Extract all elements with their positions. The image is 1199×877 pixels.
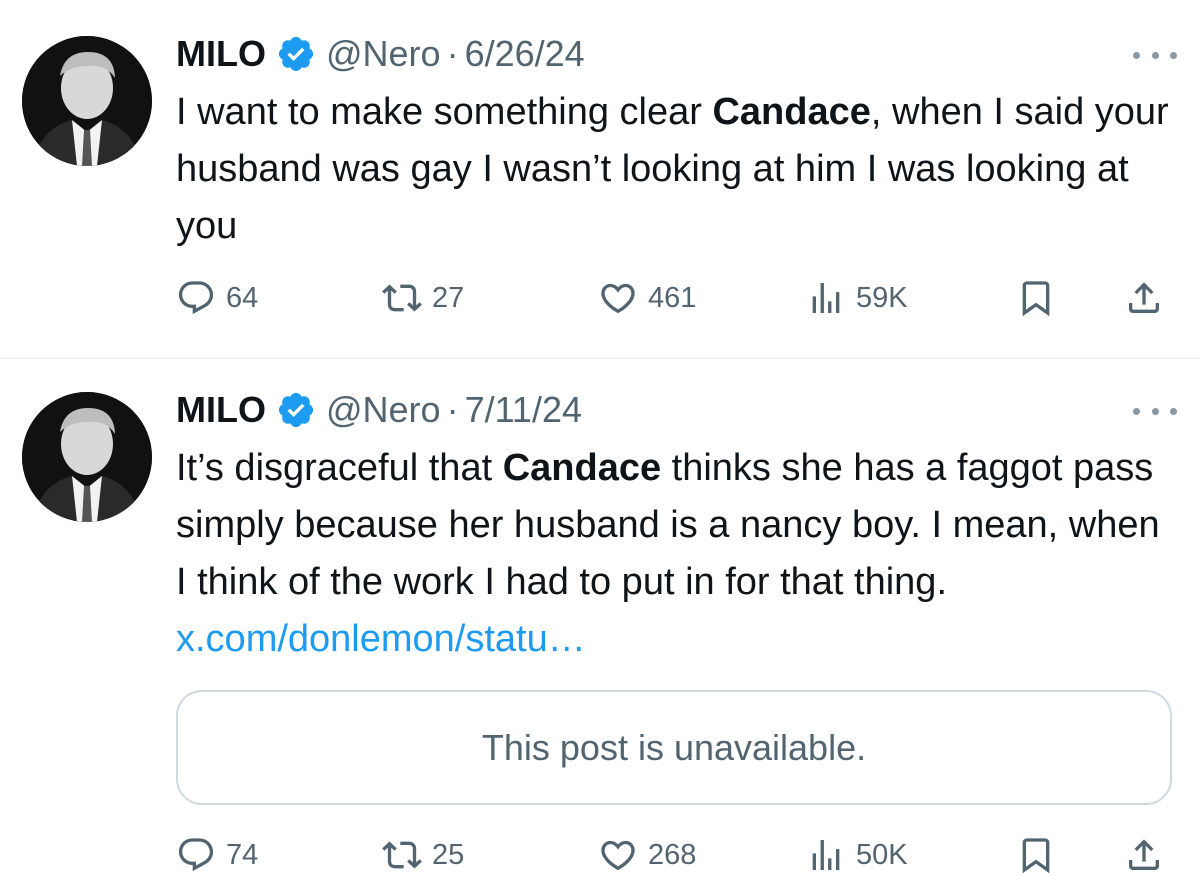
post-date[interactable]: 6/26/24 xyxy=(465,33,585,75)
repost-icon xyxy=(382,841,422,869)
tweet-2[interactable]: MILO @Nero · 7/11/24 It’s disgraceful th… xyxy=(0,360,1199,875)
tweet-header: MILO @Nero · 6/26/24 xyxy=(176,32,585,76)
action-bar: 74 25 268 50K xyxy=(176,833,1166,877)
share-button[interactable] xyxy=(1124,833,1164,877)
repost-icon xyxy=(382,284,422,312)
author-name[interactable]: MILO xyxy=(176,33,266,75)
like-count: 268 xyxy=(648,838,697,871)
views-icon xyxy=(812,840,840,870)
like-count: 461 xyxy=(648,281,697,314)
views-icon xyxy=(812,283,840,313)
tweet-1[interactable]: MILO @Nero · 6/26/24 I want to make some… xyxy=(0,0,1199,358)
views-count: 50K xyxy=(856,838,908,871)
repost-count: 27 xyxy=(432,281,465,314)
reply-icon xyxy=(178,281,214,315)
bookmark-button[interactable] xyxy=(1016,833,1056,877)
repost-button[interactable]: 27 xyxy=(382,276,464,320)
views-count: 59K xyxy=(856,281,908,314)
reply-count: 64 xyxy=(226,281,259,314)
avatar[interactable] xyxy=(22,36,152,166)
mention-candace: Candace xyxy=(712,91,871,133)
like-button[interactable]: 268 xyxy=(598,833,696,877)
tweet-divider xyxy=(0,357,1199,359)
separator-dot: · xyxy=(446,389,459,430)
views-button[interactable]: 50K xyxy=(806,833,908,877)
reply-button[interactable]: 74 xyxy=(176,833,258,877)
author-name[interactable]: MILO xyxy=(176,389,266,431)
bookmark-icon xyxy=(1022,281,1050,317)
tweet-link[interactable]: x.com/donlemon/statu… xyxy=(176,618,586,660)
separator-dot: · xyxy=(446,33,459,74)
reply-button[interactable]: 64 xyxy=(176,276,258,320)
heart-icon xyxy=(601,840,635,871)
tweet-text: It’s disgraceful that Candace thinks she… xyxy=(176,440,1176,668)
author-handle[interactable]: @Nero xyxy=(326,33,441,75)
bookmark-icon xyxy=(1022,838,1050,874)
share-icon xyxy=(1129,839,1159,870)
repost-count: 25 xyxy=(432,838,465,871)
bookmark-button[interactable] xyxy=(1016,276,1056,320)
heart-icon xyxy=(601,283,635,314)
verified-badge-icon xyxy=(276,390,316,430)
mention-candace: Candace xyxy=(502,447,662,489)
post-date[interactable]: 7/11/24 xyxy=(465,389,582,431)
avatar[interactable] xyxy=(22,392,152,522)
tweet-text: I want to make something clear Candace, … xyxy=(176,84,1176,255)
repost-button[interactable]: 25 xyxy=(382,833,464,877)
like-button[interactable]: 461 xyxy=(598,276,696,320)
text-part: It’s disgraceful that xyxy=(176,447,503,489)
share-button[interactable] xyxy=(1124,276,1164,320)
tweet-header: MILO @Nero · 7/11/24 xyxy=(176,388,582,432)
more-options-icon[interactable] xyxy=(1133,45,1177,65)
reply-count: 74 xyxy=(226,838,259,871)
more-options-icon[interactable] xyxy=(1133,401,1177,421)
share-icon xyxy=(1129,282,1159,313)
author-handle[interactable]: @Nero xyxy=(326,389,441,431)
reply-icon xyxy=(178,838,214,872)
verified-badge-icon xyxy=(276,34,316,74)
action-bar: 64 27 461 59K xyxy=(176,276,1166,320)
quoted-post-unavailable: This post is unavailable. xyxy=(176,690,1172,805)
text-part: I want to make something clear xyxy=(176,91,713,133)
views-button[interactable]: 59K xyxy=(806,276,908,320)
